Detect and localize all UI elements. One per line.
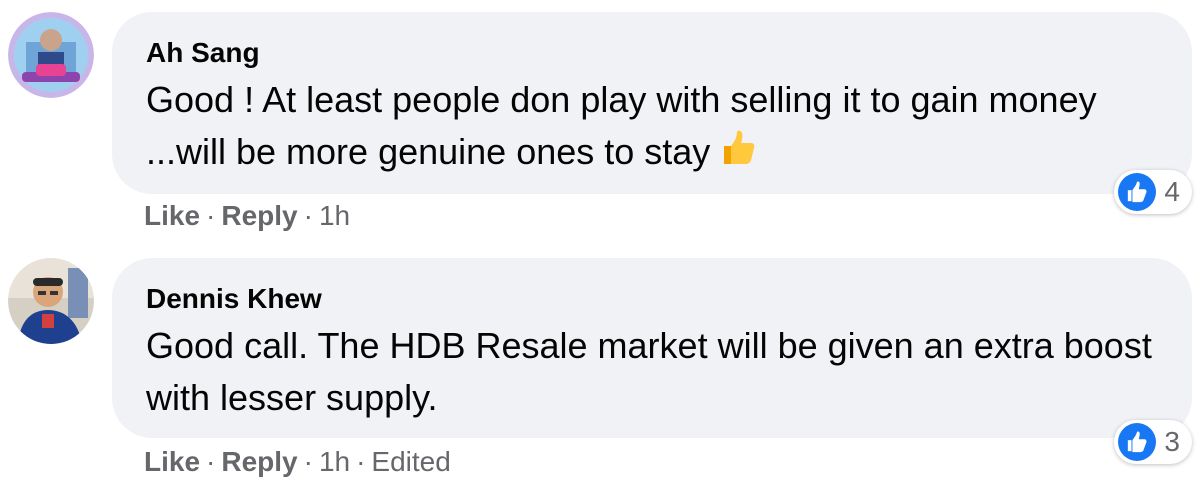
like-button[interactable]: Like: [144, 446, 200, 477]
separator: ·: [356, 446, 366, 477]
reaction-summary[interactable]: 3: [1114, 420, 1192, 464]
comment-text-content: Good ! At least people don play with sel…: [146, 79, 1097, 172]
avatar-image: [8, 258, 94, 344]
separator: ·: [303, 446, 313, 477]
comment-bubble: Dennis Khew Good call. The HDB Resale ma…: [112, 258, 1192, 464]
comment-author[interactable]: Ah Sang: [146, 36, 1158, 70]
reply-button[interactable]: Reply: [221, 200, 297, 231]
like-thumbs-up-icon: [1118, 173, 1157, 211]
reaction-summary[interactable]: 4: [1114, 170, 1192, 214]
separator: ·: [303, 200, 313, 231]
reply-button[interactable]: Reply: [221, 446, 297, 477]
comment-actions: Like · Reply · 1h: [144, 200, 350, 232]
comment-timestamp[interactable]: 1h: [319, 446, 350, 477]
comment-text: Good call. The HDB Resale market will be…: [146, 325, 1152, 418]
thumbs-up-emoji-icon: [718, 128, 758, 182]
comment-bubble: Ah Sang Good ! At least people don play …: [112, 12, 1192, 214]
comment-author[interactable]: Dennis Khew: [146, 282, 1158, 316]
comment-timestamp[interactable]: 1h: [319, 200, 350, 231]
avatar[interactable]: [8, 12, 94, 98]
reaction-count: 4: [1164, 176, 1180, 207]
edited-label[interactable]: Edited: [371, 446, 450, 477]
reaction-count: 3: [1164, 426, 1180, 457]
avatar[interactable]: [8, 258, 94, 344]
separator: ·: [206, 200, 216, 231]
avatar-image: [8, 12, 94, 98]
comment-actions: Like · Reply · 1h · Edited: [144, 446, 451, 478]
like-button[interactable]: Like: [144, 200, 200, 231]
separator: ·: [206, 446, 216, 477]
like-thumbs-up-icon: [1118, 423, 1157, 461]
comment-text: Good ! At least people don play with sel…: [146, 74, 1158, 182]
